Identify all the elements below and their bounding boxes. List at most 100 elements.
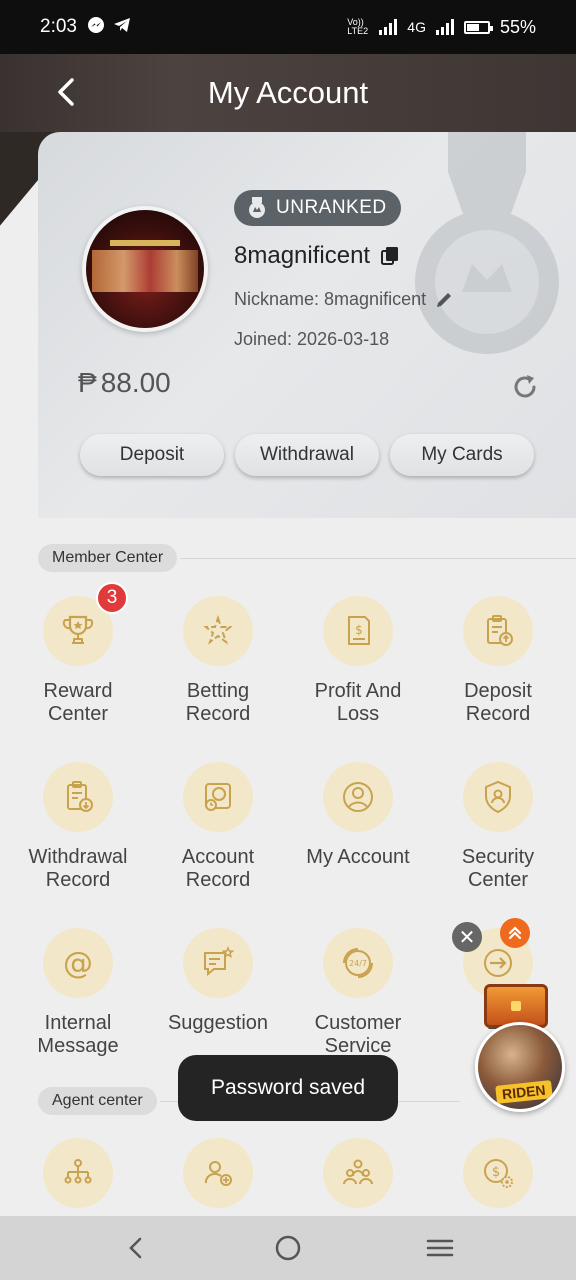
at-sign-icon: @ bbox=[63, 946, 93, 981]
menu-label: Suggestion bbox=[167, 1012, 269, 1034]
deposit-button[interactable]: Deposit bbox=[80, 434, 224, 476]
menu-label: Betting Record bbox=[185, 680, 251, 725]
shield-icon bbox=[485, 780, 511, 814]
toast: Password saved bbox=[178, 1055, 398, 1121]
menu-item-internal-message[interactable]: @ Internal Message bbox=[8, 928, 148, 1058]
currency-symbol: ₱ bbox=[78, 367, 97, 398]
team-icon bbox=[343, 1159, 373, 1185]
menu-item-my-account[interactable]: My Account bbox=[288, 762, 428, 869]
menu-icon-bg bbox=[183, 596, 253, 666]
menu-item-betting-record[interactable]: Betting Record bbox=[148, 596, 288, 726]
rank-medal-icon bbox=[249, 197, 265, 218]
rank-badge: UNRANKED bbox=[234, 190, 401, 226]
refresh-icon[interactable] bbox=[510, 372, 540, 402]
status-bar: 2:03 Vo)) LTE2 4G 55% bbox=[0, 0, 576, 54]
menu-label: My Account bbox=[306, 846, 410, 868]
agent-item-team[interactable] bbox=[288, 1138, 428, 1208]
avatar[interactable] bbox=[82, 206, 208, 332]
support-24-7-icon: 24/7 bbox=[343, 948, 373, 978]
menu-icon-bg bbox=[43, 762, 113, 832]
svg-text:24/7: 24/7 bbox=[349, 959, 367, 968]
svg-text:$: $ bbox=[492, 1165, 500, 1180]
menu-item-suggestion[interactable]: Suggestion bbox=[148, 928, 288, 1035]
agent-item-commission[interactable]: $ bbox=[428, 1138, 568, 1208]
menu-icon-bg bbox=[463, 762, 533, 832]
betting-icon bbox=[203, 614, 233, 645]
signal-icon bbox=[379, 19, 398, 35]
profit-document-icon: $ bbox=[348, 616, 370, 645]
pencil-icon[interactable] bbox=[434, 290, 454, 310]
menu-item-account-record[interactable]: Account Record bbox=[148, 762, 288, 892]
menu-icon-bg: $ bbox=[463, 1138, 533, 1208]
nav-home-button[interactable] bbox=[258, 1223, 318, 1273]
menu-label: Deposit Record bbox=[464, 680, 532, 725]
back-button[interactable] bbox=[48, 74, 84, 110]
menu-icon-bg bbox=[323, 762, 393, 832]
avatar-image bbox=[86, 210, 204, 328]
balance-amount: 88.00 bbox=[100, 367, 171, 398]
menu-label: Customer Service bbox=[314, 1012, 402, 1057]
messenger-icon bbox=[87, 16, 105, 39]
copy-icon[interactable] bbox=[380, 246, 400, 266]
clock: 2:03 bbox=[40, 16, 77, 37]
svg-text:$: $ bbox=[355, 623, 363, 637]
promo-tag: RIDEN bbox=[495, 1080, 553, 1104]
my-cards-button[interactable]: My Cards bbox=[390, 434, 534, 476]
app-header: My Account bbox=[0, 54, 576, 132]
menu-icon-bg bbox=[43, 1138, 113, 1208]
logout-icon bbox=[484, 949, 512, 977]
username-text: 8magnificent bbox=[234, 242, 371, 269]
trophy-icon bbox=[62, 615, 94, 644]
telegram-icon bbox=[113, 16, 131, 39]
menu-icon-bg: @ bbox=[43, 928, 113, 998]
close-icon: ✕ bbox=[458, 926, 476, 949]
menu-item-profit-and-loss[interactable]: $ Profit And Loss bbox=[288, 596, 428, 726]
menu-label: Reward Center bbox=[43, 680, 113, 725]
menu-item-customer-service[interactable]: 24/7 Customer Service bbox=[288, 928, 428, 1058]
menu-icon-bg: 24/7 bbox=[323, 928, 393, 998]
account-record-icon bbox=[205, 783, 231, 811]
close-float-button[interactable]: ✕ bbox=[452, 922, 482, 952]
menu-item-reward-center[interactable]: 3 Reward Center bbox=[8, 582, 148, 726]
volte-label: Vo)) LTE2 bbox=[347, 17, 369, 36]
menu-label: Profit And Loss bbox=[314, 680, 402, 725]
agent-item-add-user[interactable] bbox=[148, 1138, 288, 1208]
balance: ₱ 88.00 bbox=[78, 367, 171, 399]
agent-center-label: Agent center bbox=[38, 1087, 157, 1115]
scroll-top-button[interactable] bbox=[500, 918, 530, 948]
menu-item-security-center[interactable]: Security Center bbox=[428, 762, 568, 892]
menu-label: Account Record bbox=[181, 846, 255, 891]
rank-label: UNRANKED bbox=[276, 197, 387, 218]
nav-back-icon bbox=[129, 1237, 142, 1259]
promo-avatar[interactable]: RIDEN bbox=[475, 1022, 565, 1112]
nickname: Nickname: 8magnificent bbox=[234, 289, 454, 310]
svg-text:@: @ bbox=[63, 946, 93, 981]
network-type: 4G bbox=[407, 19, 426, 35]
member-center-label: Member Center bbox=[38, 544, 178, 572]
battery-icon bbox=[463, 20, 493, 34]
menu-icon-bg bbox=[183, 762, 253, 832]
nav-home-icon bbox=[275, 1235, 301, 1261]
add-user-icon bbox=[204, 1161, 232, 1186]
menu-item-deposit-record[interactable]: Deposit Record bbox=[428, 596, 568, 726]
menu-label: Security Center bbox=[461, 846, 535, 891]
withdrawal-button[interactable]: Withdrawal bbox=[235, 434, 379, 476]
signal-icon-2 bbox=[435, 19, 454, 35]
nav-back-button[interactable] bbox=[106, 1223, 166, 1273]
battery-percent: 55% bbox=[499, 16, 536, 37]
agent-item-org-chart[interactable] bbox=[8, 1138, 148, 1208]
page-title: My Account bbox=[207, 75, 369, 110]
menu-icon-bg: $ bbox=[323, 596, 393, 666]
menu-item-withdrawal-record[interactable]: Withdrawal Record bbox=[8, 762, 148, 892]
nav-menu-button[interactable] bbox=[410, 1223, 470, 1273]
nav-menu-icon bbox=[426, 1239, 454, 1257]
username: 8magnificent bbox=[234, 242, 400, 270]
org-chart-icon bbox=[64, 1159, 92, 1184]
nickname-text: Nickname: 8magnificent bbox=[234, 289, 427, 309]
notification-badge: 3 bbox=[96, 582, 128, 614]
menu-icon-bg bbox=[183, 1138, 253, 1208]
chevron-left-icon bbox=[58, 78, 74, 106]
commission-settings-icon: $ bbox=[484, 1159, 513, 1188]
double-chevron-up-icon bbox=[508, 926, 522, 940]
joined-date: Joined: 2026-03-18 bbox=[234, 329, 390, 349]
